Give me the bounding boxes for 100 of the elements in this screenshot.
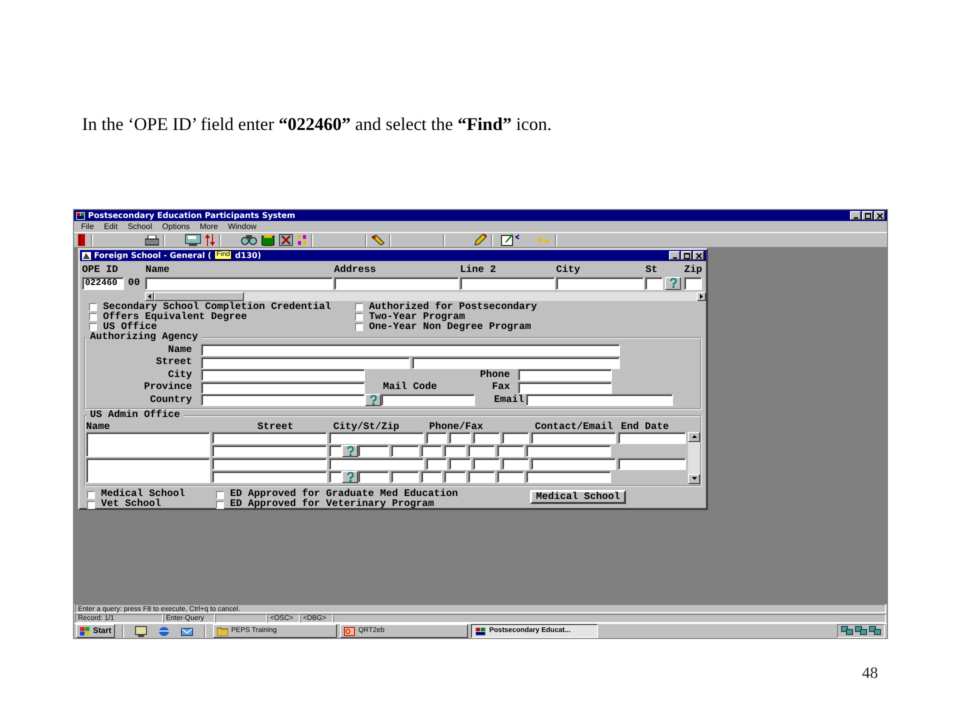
checkbox[interactable] [89, 313, 97, 321]
zip-field[interactable] [391, 445, 419, 457]
city-st-zip-field[interactable] [329, 432, 424, 444]
book-icon[interactable] [261, 234, 275, 246]
checkbox[interactable] [216, 490, 224, 498]
state-field[interactable] [358, 471, 389, 483]
zip-field[interactable] [391, 471, 419, 483]
contact-email-field[interactable] [526, 445, 611, 457]
checkbox[interactable] [87, 500, 95, 508]
horizontal-scrollbar[interactable] [145, 292, 706, 301]
door-icon[interactable] [77, 234, 87, 246]
marker-icon[interactable] [371, 234, 385, 246]
scroll-left-button[interactable] [145, 292, 154, 301]
country-field[interactable] [201, 394, 365, 406]
grid-icon[interactable] [297, 234, 307, 246]
address-field[interactable] [334, 276, 459, 290]
phone-fax-field[interactable] [426, 458, 447, 470]
checkbox[interactable] [87, 490, 95, 498]
city-field[interactable] [329, 471, 342, 483]
phone-fax-field[interactable] [421, 471, 442, 483]
street-field[interactable] [212, 458, 327, 470]
edit-window-icon[interactable] [501, 234, 521, 246]
checkbox[interactable] [355, 323, 363, 331]
phone-fax-field[interactable] [444, 445, 466, 457]
street-field[interactable] [212, 445, 327, 457]
phone-fax-field[interactable] [426, 432, 447, 444]
phone-fax-field[interactable] [449, 458, 471, 470]
contact-email-field[interactable] [531, 458, 616, 470]
city-st-zip-field[interactable] [329, 458, 424, 470]
minimize-button[interactable] [669, 251, 680, 260]
globe-icon[interactable] [158, 626, 170, 636]
close-button[interactable] [693, 251, 704, 260]
fax-field[interactable] [518, 382, 612, 394]
pencil-icon[interactable] [473, 234, 487, 246]
line-2-field[interactable] [460, 276, 555, 290]
checkbox[interactable] [216, 500, 224, 508]
vertical-scrollbar[interactable] [688, 432, 700, 484]
checkbox[interactable] [89, 323, 97, 331]
maximize-button[interactable] [862, 211, 873, 220]
phone-fax-field[interactable] [497, 445, 524, 457]
name-field[interactable] [86, 458, 210, 483]
scrollbar-thumb[interactable] [154, 292, 244, 301]
start-button[interactable]: Start [76, 624, 116, 638]
phone-fax-field[interactable] [468, 445, 495, 457]
name-field[interactable] [86, 432, 210, 457]
state-field[interactable] [358, 445, 389, 457]
image-x-icon[interactable] [279, 234, 293, 246]
menu-item[interactable]: Options [162, 221, 190, 232]
street-field[interactable] [201, 356, 410, 369]
binoculars-icon[interactable] [241, 234, 257, 246]
end-date-field[interactable] [618, 432, 686, 444]
lookup-button[interactable] [365, 394, 381, 406]
phone-fax-field[interactable] [444, 471, 466, 483]
sort-arrows-icon[interactable] [205, 234, 215, 246]
menu-item[interactable]: More [200, 221, 218, 232]
maximize-button[interactable] [681, 251, 692, 260]
medical-school-button[interactable]: Medical School [530, 490, 626, 504]
lookup-button[interactable] [342, 445, 358, 457]
network-icon[interactable] [855, 626, 867, 636]
monitor-icon[interactable] [185, 234, 201, 246]
menu-item[interactable]: Window [228, 221, 256, 232]
end-date-field[interactable] [618, 458, 686, 470]
phone-fax-field[interactable] [473, 432, 500, 444]
minimize-button[interactable] [850, 211, 861, 220]
checkbox[interactable] [355, 313, 363, 321]
mail-code-field[interactable] [381, 394, 475, 406]
phone-fax-field[interactable] [468, 471, 495, 483]
scroll-down-button[interactable] [688, 474, 700, 484]
phone-fax-field[interactable] [473, 458, 500, 470]
contact-email-field[interactable] [531, 432, 616, 444]
state-field[interactable] [645, 276, 664, 290]
menu-item[interactable]: School [128, 221, 152, 232]
name-field[interactable] [201, 344, 620, 356]
checkbox[interactable] [89, 303, 97, 311]
scroll-up-button[interactable] [688, 432, 700, 442]
menu-item[interactable]: File [81, 221, 94, 232]
ope-id-field[interactable]: 022460 [82, 276, 124, 290]
phone-fax-field[interactable] [449, 432, 471, 444]
menu-item[interactable]: Edit [104, 221, 118, 232]
lookup-button[interactable] [665, 276, 682, 290]
phone-fax-field[interactable] [421, 445, 442, 457]
street-field[interactable] [212, 432, 327, 444]
contact-email-field[interactable] [526, 471, 611, 483]
phone-fax-field[interactable] [502, 432, 529, 444]
phone-fax-field[interactable] [502, 458, 529, 470]
province-field[interactable] [201, 382, 365, 394]
printer-icon[interactable] [145, 234, 159, 246]
checkbox[interactable] [355, 303, 363, 311]
desktop-icon[interactable] [135, 626, 148, 636]
phone-field[interactable] [518, 369, 612, 382]
street-field[interactable] [412, 356, 620, 369]
network-icon[interactable] [869, 626, 881, 636]
city-field[interactable] [329, 445, 342, 457]
network-icon[interactable] [841, 626, 853, 636]
mail-icon[interactable] [181, 626, 194, 636]
close-button[interactable] [874, 211, 885, 220]
lookup-button[interactable] [342, 471, 358, 483]
zip-field[interactable] [684, 276, 702, 290]
city-field[interactable] [556, 276, 644, 290]
scroll-right-button[interactable] [697, 292, 706, 301]
